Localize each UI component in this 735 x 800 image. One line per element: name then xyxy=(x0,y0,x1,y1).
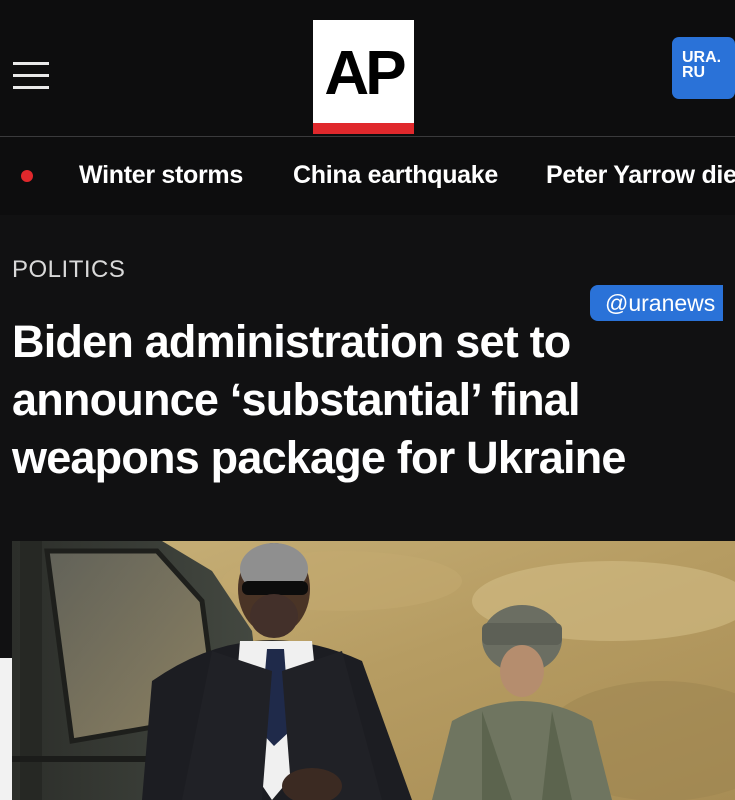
live-dot-icon xyxy=(21,170,33,182)
ap-logo-red-bar xyxy=(313,123,414,134)
ura-ru-badge: URA. RU xyxy=(672,37,735,99)
trending-bar: Winter storms China earthquake Peter Yar… xyxy=(0,137,735,215)
article-content: POLITICS @uranews Biden administration s… xyxy=(0,215,735,800)
ap-logo[interactable]: AP xyxy=(313,20,414,134)
trending-item-peter-yarrow[interactable]: Peter Yarrow die xyxy=(546,161,735,190)
trending-item-winter-storms[interactable]: Winter storms xyxy=(79,161,243,190)
site-header: AP URA. RU xyxy=(0,0,735,137)
menu-icon[interactable] xyxy=(13,62,49,92)
white-edge-strip xyxy=(0,658,12,800)
ap-logo-box: AP xyxy=(313,20,414,123)
article-headline: Biden administration set to announce ‘su… xyxy=(12,316,626,483)
ura-ru-badge-text: URA. RU xyxy=(682,49,722,81)
article-photo-illustration xyxy=(12,541,735,800)
ap-logo-text: AP xyxy=(324,38,406,108)
article-photo[interactable] xyxy=(12,541,735,800)
category-label[interactable]: POLITICS xyxy=(12,256,125,284)
trending-item-china-earthquake[interactable]: China earthquake xyxy=(293,161,498,190)
